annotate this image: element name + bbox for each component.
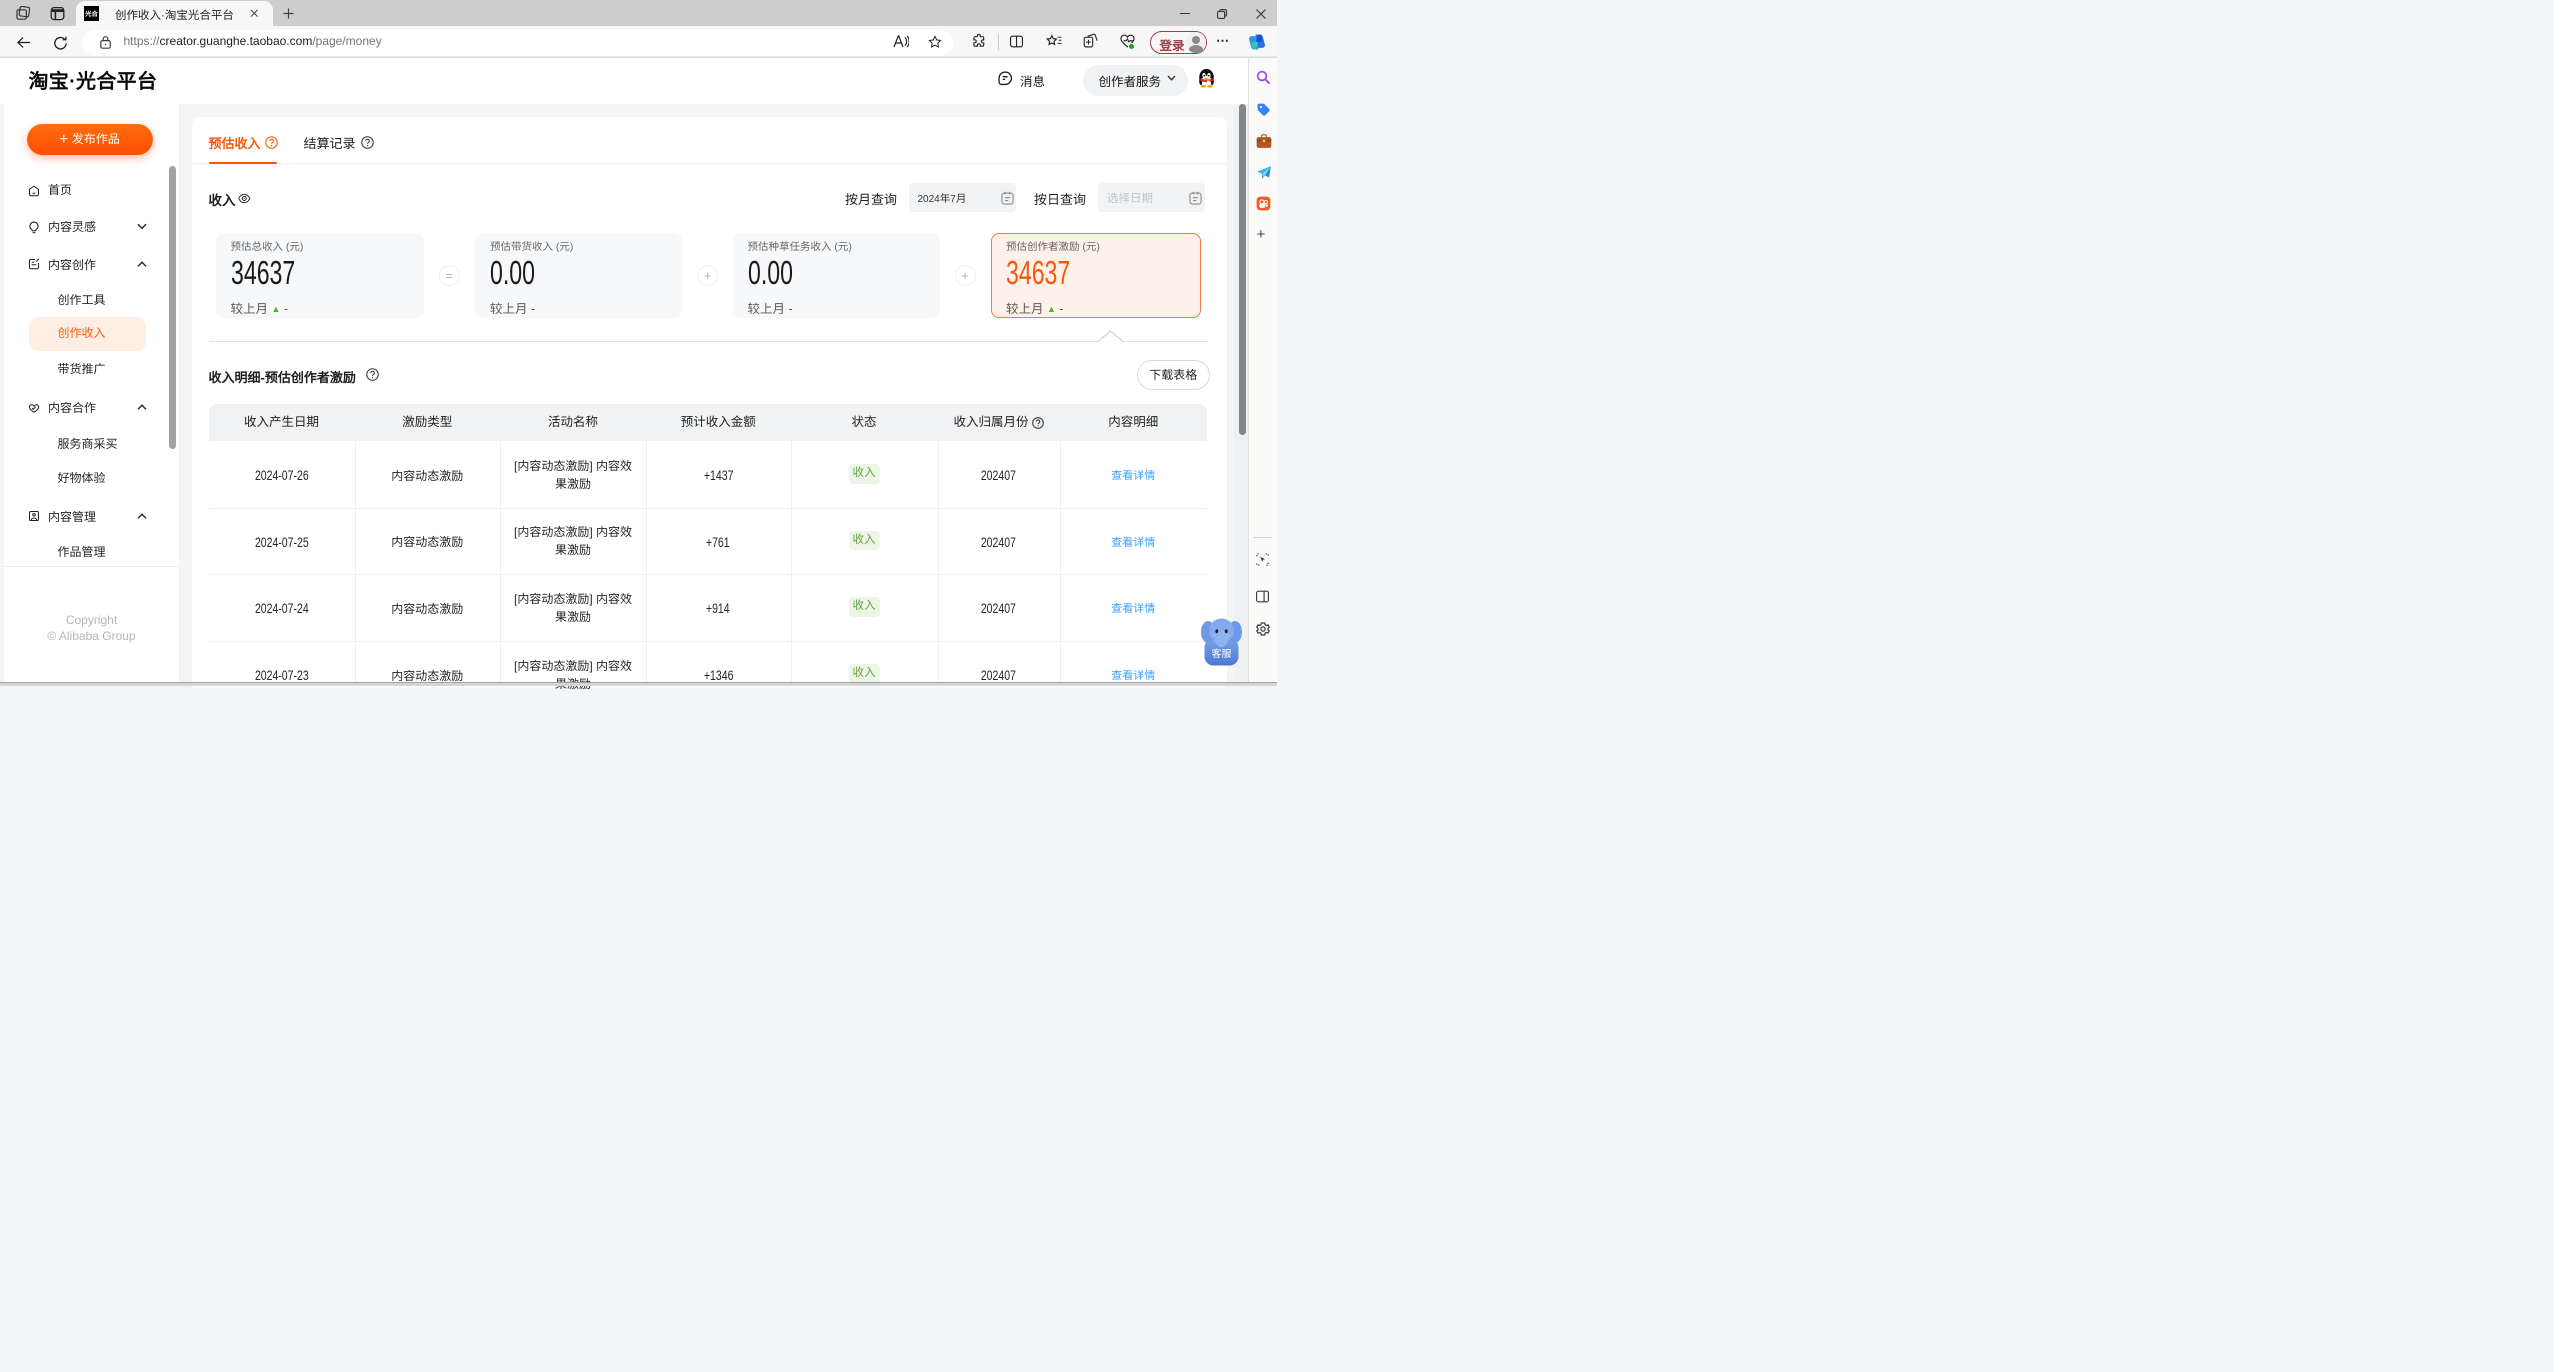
svg-text:光合: 光合 [84, 8, 98, 17]
svg-text:客服: 客服 [1212, 645, 1232, 660]
